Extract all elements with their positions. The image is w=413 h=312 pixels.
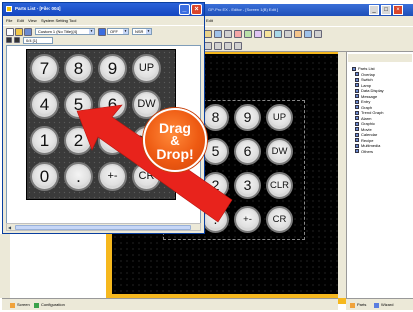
tab-screen[interactable]: Screen xyxy=(10,301,30,309)
badge-line3: Drop! xyxy=(156,146,194,162)
bottom-tab-bar: Screen Configuration xyxy=(2,298,202,310)
screen-icon xyxy=(10,302,15,308)
configuration-icon xyxy=(34,302,39,308)
left-strip xyxy=(0,234,10,298)
tab-configuration[interactable]: Configuration xyxy=(34,301,65,309)
drag-drop-badge: Drag & Drop! xyxy=(143,108,207,172)
tab-configuration-label: Configuration xyxy=(41,302,65,307)
drag-arrow xyxy=(76,104,233,223)
tab-screen-label: Screen xyxy=(17,302,30,307)
